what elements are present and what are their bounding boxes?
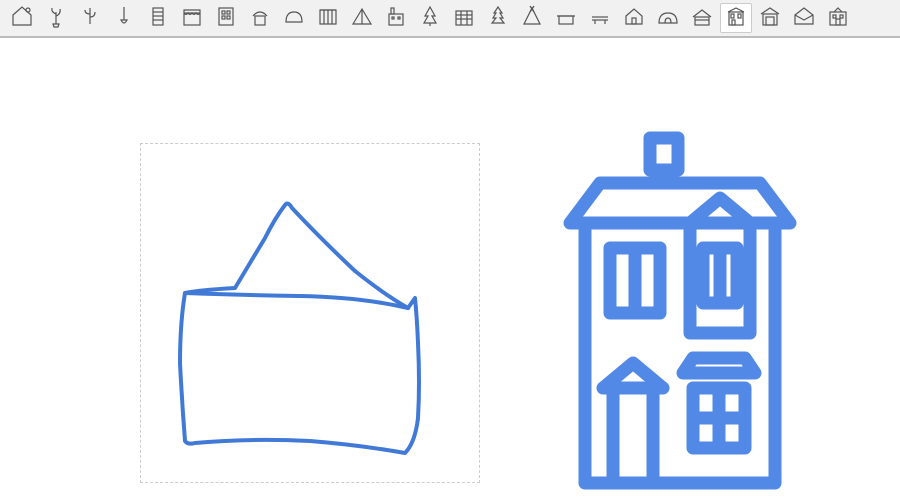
school-icon [826,4,850,33]
tool-house-basic[interactable] [6,3,38,33]
office-icon [452,4,476,33]
building-tall-icon [146,4,170,33]
user-sketch-drawing[interactable] [140,143,480,483]
tool-igloo[interactable] [652,3,684,33]
tool-apartment[interactable] [210,3,242,33]
tool-tent[interactable] [346,3,378,33]
tool-teepee[interactable] [516,3,548,33]
tool-house-mail[interactable] [788,3,820,33]
tool-bench[interactable] [584,3,616,33]
tool-building-tall[interactable] [142,3,174,33]
tree-pine-icon [418,4,442,33]
cabin-icon [690,4,714,33]
icon-toolbar [0,0,900,38]
canvas-area [0,38,900,500]
tool-dome[interactable] [278,3,310,33]
tent-icon [350,4,374,33]
house-mail-icon [792,4,816,33]
tool-cabin[interactable] [686,3,718,33]
tool-storefront[interactable] [176,3,208,33]
tool-gate[interactable] [312,3,344,33]
tool-office[interactable] [448,3,480,33]
tool-tree-pine[interactable] [414,3,446,33]
christmas-tree-icon [486,4,510,33]
cactus-icon [78,4,102,33]
tool-plant[interactable] [40,3,72,33]
gate-icon [316,4,340,33]
hut-icon [248,4,272,33]
house-basic-icon [10,4,34,33]
bench-icon [588,4,612,33]
tool-cottage[interactable] [618,3,650,33]
tool-shovel[interactable] [108,3,140,33]
apartment-icon [214,4,238,33]
tool-christmas-tree[interactable] [482,3,514,33]
townhouse-icon [724,4,748,33]
cottage-icon [622,4,646,33]
tool-school[interactable] [822,3,854,33]
igloo-icon [656,4,680,33]
result-townhouse-icon [555,123,805,503]
tool-factory[interactable] [380,3,412,33]
tool-townhouse[interactable] [720,3,752,33]
tool-cactus[interactable] [74,3,106,33]
roof-flat-icon [554,4,578,33]
teepee-icon [520,4,544,33]
tool-roof-flat[interactable] [550,3,582,33]
plant-icon [44,4,68,33]
shovel-icon [112,4,136,33]
tool-hut[interactable] [244,3,276,33]
storefront-icon [180,4,204,33]
garage-icon [758,4,782,33]
dome-icon [282,4,306,33]
tool-garage[interactable] [754,3,786,33]
factory-icon [384,4,408,33]
